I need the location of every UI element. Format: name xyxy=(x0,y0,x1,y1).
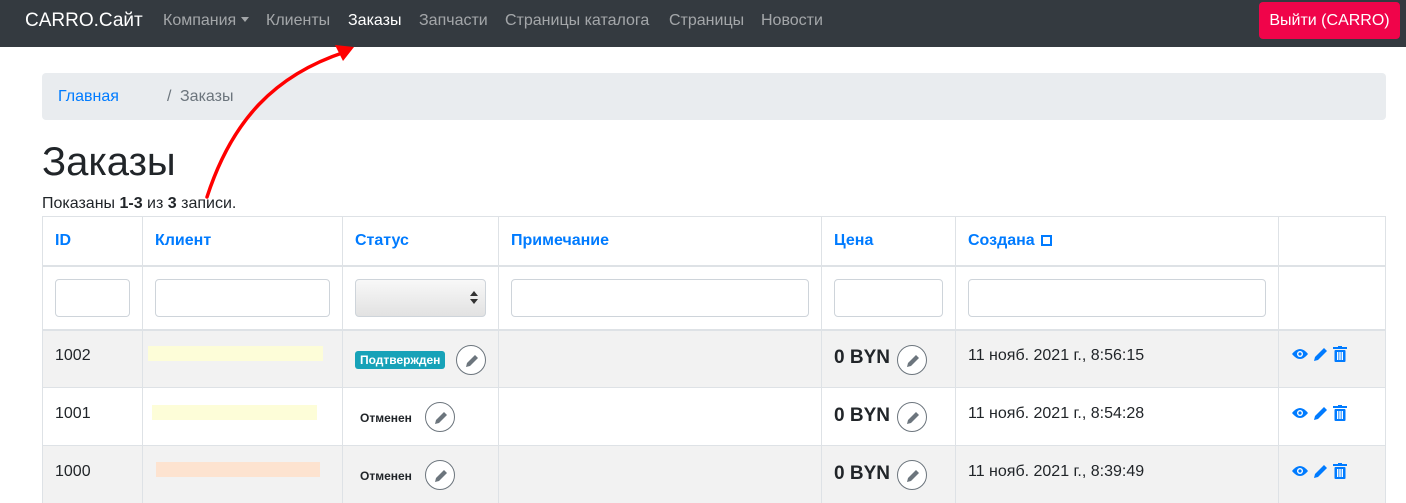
annotation-arrow xyxy=(205,45,354,199)
